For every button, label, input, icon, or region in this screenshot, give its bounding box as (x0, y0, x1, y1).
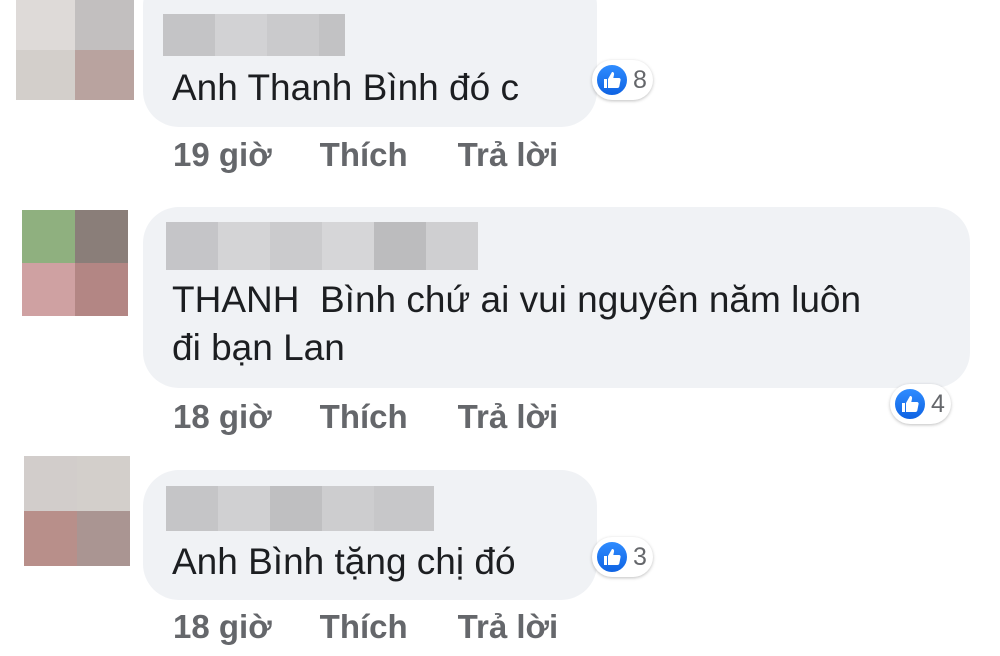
commenter-name-blurred[interactable] (166, 222, 478, 270)
thumbs-up-icon (595, 540, 629, 574)
reaction-count: 3 (633, 542, 647, 571)
reply-button[interactable]: Trả lời (458, 136, 559, 174)
comment-actions: 19 giờ Thích Trả lời (173, 136, 558, 174)
reaction-count: 8 (633, 65, 647, 94)
reaction-count: 4 (931, 389, 945, 418)
comment-actions: 18 giờ Thích Trả lời (173, 608, 558, 646)
avatar-pixelated[interactable] (22, 210, 128, 316)
commenter-name-blurred[interactable] (163, 14, 345, 56)
comment-timestamp[interactable]: 18 giờ (173, 398, 272, 436)
avatar-pixelated[interactable] (24, 456, 130, 566)
reply-button[interactable]: Trả lời (458, 398, 559, 436)
like-button[interactable]: Thích (320, 608, 408, 646)
reaction-summary[interactable]: 3 (592, 537, 653, 577)
comment-actions: 18 giờ Thích Trả lời (173, 398, 558, 436)
thumbs-up-icon (595, 63, 629, 97)
comment-timestamp[interactable]: 18 giờ (173, 608, 272, 646)
comment-text: THANH Bình chứ ai vui nguyên năm luôn đi… (172, 279, 862, 368)
comment-text: Anh Bình tặng chị đó (172, 541, 516, 582)
commenter-name-blurred[interactable] (166, 486, 434, 531)
avatar-pixelated[interactable] (16, 0, 134, 100)
thumbs-up-icon (893, 387, 927, 421)
comment-text: Anh Thanh Bình đó c (172, 67, 519, 108)
like-button[interactable]: Thích (320, 136, 408, 174)
comment-timestamp[interactable]: 19 giờ (173, 136, 272, 174)
like-button[interactable]: Thích (320, 398, 408, 436)
reaction-summary[interactable]: 4 (890, 384, 951, 424)
reaction-summary[interactable]: 8 (592, 60, 653, 100)
reply-button[interactable]: Trả lời (458, 608, 559, 646)
